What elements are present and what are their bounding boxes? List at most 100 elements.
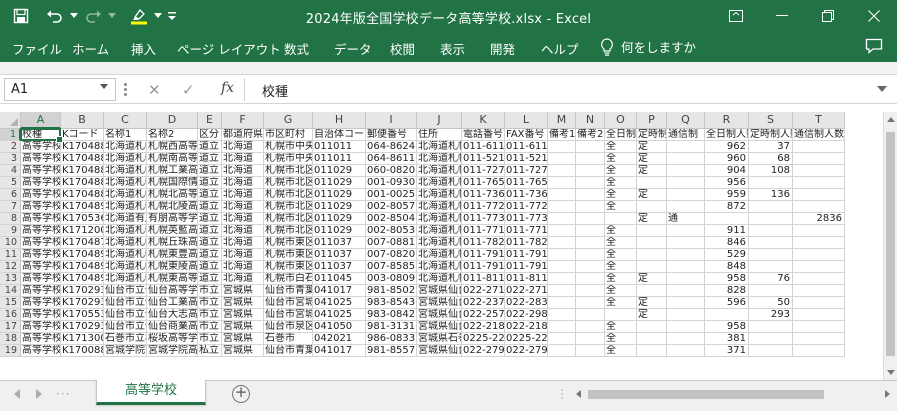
row-header-9[interactable]: 9 xyxy=(0,225,21,237)
cell-b11[interactable]: K170489 xyxy=(61,249,104,261)
cell-m8[interactable] xyxy=(548,213,576,225)
cell-t10[interactable] xyxy=(793,237,845,249)
cell-m18[interactable] xyxy=(548,333,576,345)
row-header-12[interactable]: 12 xyxy=(0,261,21,273)
cell-e13[interactable]: 道立 xyxy=(198,273,222,285)
cell-j14[interactable]: 宮城県仙台 xyxy=(417,285,462,297)
cell-p1[interactable]: 定時制 xyxy=(637,129,667,141)
column-header-a[interactable]: A xyxy=(21,112,61,129)
cell-f8[interactable]: 北海道 xyxy=(222,213,264,225)
select-all-button[interactable] xyxy=(0,112,21,129)
cell-c7[interactable]: 北海道札幌 xyxy=(104,201,147,213)
cell-l2[interactable]: 011-611- xyxy=(505,141,548,153)
cell-r7[interactable]: 872 xyxy=(705,201,749,213)
cell-p7[interactable] xyxy=(637,201,667,213)
cell-m14[interactable] xyxy=(548,285,576,297)
cell-i19[interactable]: 981-8557 xyxy=(366,345,417,357)
cell-o4[interactable]: 全 xyxy=(605,165,637,177)
cell-e14[interactable]: 市立 xyxy=(198,285,222,297)
cell-g17[interactable]: 仙台市泉区 xyxy=(264,321,313,333)
cell-l12[interactable]: 011-791- xyxy=(505,261,548,273)
cell-d4[interactable]: 札幌工業高 xyxy=(147,165,198,177)
cell-f15[interactable]: 宮城県 xyxy=(222,297,264,309)
cell-t1[interactable]: 通信制人数 xyxy=(793,129,845,141)
cell-q19[interactable] xyxy=(667,345,705,357)
cell-k7[interactable]: 011-772- xyxy=(462,201,505,213)
cell-o15[interactable]: 全 xyxy=(605,297,637,309)
cell-o19[interactable]: 全 xyxy=(605,345,637,357)
cell-p10[interactable] xyxy=(637,237,667,249)
cell-k17[interactable]: 022-218- xyxy=(462,321,505,333)
cell-r9[interactable]: 911 xyxy=(705,225,749,237)
cell-t12[interactable] xyxy=(793,261,845,273)
cell-l8[interactable]: 011-773- xyxy=(505,213,548,225)
row-header-3[interactable]: 3 xyxy=(0,153,21,165)
cell-i17[interactable]: 981-3131 xyxy=(366,321,417,333)
cell-r16[interactable] xyxy=(705,309,749,321)
cell-h6[interactable]: 011029 xyxy=(313,189,366,201)
cell-j7[interactable]: 北海道札幌 xyxy=(417,201,462,213)
cell-b15[interactable]: K170293 xyxy=(61,297,104,309)
cell-o6[interactable]: 全 xyxy=(605,189,637,201)
column-header-j[interactable]: J xyxy=(417,112,462,129)
cell-r11[interactable]: 529 xyxy=(705,249,749,261)
cell-t9[interactable] xyxy=(793,225,845,237)
cell-b17[interactable]: K170293 xyxy=(61,321,104,333)
cell-p14[interactable] xyxy=(637,285,667,297)
column-header-t[interactable]: T xyxy=(793,112,845,129)
cell-i2[interactable]: 064-8624 xyxy=(366,141,417,153)
cell-p2[interactable]: 定 xyxy=(637,141,667,153)
cell-f13[interactable]: 北海道 xyxy=(222,273,264,285)
cell-s4[interactable]: 108 xyxy=(749,165,793,177)
cell-b8[interactable]: K170536 xyxy=(61,213,104,225)
column-header-f[interactable]: F xyxy=(222,112,264,129)
cell-t7[interactable] xyxy=(793,201,845,213)
cell-h15[interactable]: 041025 xyxy=(313,297,366,309)
row-header-19[interactable]: 19 xyxy=(0,345,21,357)
cell-e12[interactable]: 道立 xyxy=(198,261,222,273)
cell-q5[interactable] xyxy=(667,177,705,189)
cell-n15[interactable] xyxy=(576,297,605,309)
cell-k3[interactable]: 011-521- xyxy=(462,153,505,165)
cell-i9[interactable]: 002-8053 xyxy=(366,225,417,237)
cell-j2[interactable]: 北海道札幌 xyxy=(417,141,462,153)
cell-d14[interactable]: 仙台高等学 xyxy=(147,285,198,297)
cell-n13[interactable] xyxy=(576,273,605,285)
row-header-4[interactable]: 4 xyxy=(0,165,21,177)
cell-l15[interactable]: 022-283- xyxy=(505,297,548,309)
cell-f1[interactable]: 都道府県 xyxy=(222,129,264,141)
cell-i5[interactable]: 001-0930 xyxy=(366,177,417,189)
cell-c10[interactable]: 北海道札幌 xyxy=(104,237,147,249)
cell-b2[interactable]: K170488 xyxy=(61,141,104,153)
cell-a17[interactable]: 高等学校 xyxy=(21,321,61,333)
cell-s9[interactable] xyxy=(749,225,793,237)
cell-g12[interactable]: 札幌市東区 xyxy=(264,261,313,273)
cell-t18[interactable] xyxy=(793,333,845,345)
cell-e17[interactable]: 市立 xyxy=(198,321,222,333)
cell-p13[interactable]: 定 xyxy=(637,273,667,285)
cell-l5[interactable]: 011-765- xyxy=(505,177,548,189)
cell-c18[interactable]: 石巻市立桜 xyxy=(104,333,147,345)
column-header-b[interactable]: B xyxy=(61,112,104,129)
cell-j1[interactable]: 住所 xyxy=(417,129,462,141)
cell-c19[interactable]: 宮城学院高 xyxy=(104,345,147,357)
cell-h13[interactable]: 011045 xyxy=(313,273,366,285)
cell-m12[interactable] xyxy=(548,261,576,273)
cell-j19[interactable]: 宮城県仙台 xyxy=(417,345,462,357)
cell-j18[interactable]: 宮城県石巻 xyxy=(417,333,462,345)
cell-i8[interactable]: 002-8504 xyxy=(366,213,417,225)
cell-r10[interactable]: 846 xyxy=(705,237,749,249)
cell-t5[interactable] xyxy=(793,177,845,189)
cell-g2[interactable]: 札幌市中央 xyxy=(264,141,313,153)
cell-r8[interactable] xyxy=(705,213,749,225)
cell-b7[interactable]: K170489 xyxy=(61,201,104,213)
cell-b6[interactable]: K170488 xyxy=(61,189,104,201)
cell-e4[interactable]: 道立 xyxy=(198,165,222,177)
cell-b13[interactable]: K170489 xyxy=(61,273,104,285)
cell-t14[interactable] xyxy=(793,285,845,297)
cell-s18[interactable] xyxy=(749,333,793,345)
formula-input[interactable]: 校種 xyxy=(262,81,288,100)
column-header-g[interactable]: G xyxy=(264,112,313,129)
column-header-h[interactable]: H xyxy=(313,112,366,129)
cell-a14[interactable]: 高等学校 xyxy=(21,285,61,297)
